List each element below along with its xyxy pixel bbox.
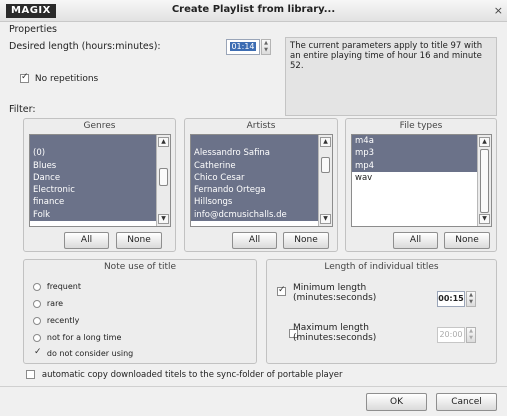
cancel-button[interactable]: Cancel: [436, 393, 497, 411]
artists-list[interactable]: Alessandro Safina Catherine Chico Cesar …: [190, 134, 333, 227]
auto-copy-row[interactable]: automatic copy downloaded titels to the …: [26, 370, 343, 380]
list-item[interactable]: info@dcmusichalls.de: [191, 208, 318, 222]
auto-copy-checkbox[interactable]: [26, 370, 35, 379]
max-length-input[interactable]: 20:00: [437, 327, 465, 343]
radio-not-for-a-long-time[interactable]: not for a long time: [33, 333, 121, 343]
list-item[interactable]: Dance: [30, 171, 156, 185]
artists-none-button[interactable]: None: [283, 232, 329, 249]
close-icon[interactable]: ×: [494, 4, 503, 17]
scroll-down-icon[interactable]: ▼: [320, 214, 331, 224]
radio-button[interactable]: [33, 333, 41, 342]
radio-frequent[interactable]: frequent: [33, 282, 81, 292]
auto-copy-label: automatic copy downloaded titels to the …: [41, 370, 343, 380]
scroll-thumb[interactable]: [321, 157, 330, 173]
do-not-consider-row[interactable]: do not consider using: [33, 347, 134, 359]
radio-label: rare: [46, 299, 64, 308]
artists-title: Artists: [246, 121, 276, 131]
no-repetitions-row[interactable]: No repetitions: [20, 72, 99, 84]
radio-button[interactable]: [33, 316, 41, 325]
list-item[interactable]: wav: [352, 172, 477, 184]
note-use-title: Note use of title: [103, 262, 177, 272]
file-types-group: File types m4a mp3 mp4 wav ▲ ▼ All None: [345, 118, 497, 252]
list-item[interactable]: Fernando Ortega: [191, 184, 318, 197]
scroll-thumb[interactable]: [480, 149, 489, 213]
min-length-checkbox[interactable]: [277, 285, 286, 296]
max-length-label: Maximum length (minutes:seconds): [293, 323, 377, 343]
file-types-all-button[interactable]: All: [393, 232, 438, 249]
radio-label: not for a long time: [46, 333, 122, 342]
list-item[interactable]: Chico Cesar: [191, 171, 318, 185]
list-item[interactable]: mp3: [352, 147, 477, 160]
scroll-up-icon[interactable]: ▲: [320, 137, 331, 147]
do-not-consider-checkbox[interactable]: [33, 347, 42, 358]
artists-all-button[interactable]: All: [232, 232, 277, 249]
radio-label: frequent: [46, 282, 82, 291]
list-item[interactable]: Catherine: [191, 159, 318, 172]
min-length-label: Minimum length (minutes:seconds): [293, 283, 377, 303]
file-types-list[interactable]: m4a mp3 mp4 wav ▲ ▼: [351, 134, 492, 227]
list-item[interactable]: Blues: [30, 159, 156, 172]
title-bar: MAGIX Create Playlist from library... ×: [0, 0, 507, 22]
divider: [0, 386, 507, 387]
list-item[interactable]: Alessandro Safina: [191, 147, 318, 160]
list-item[interactable]: Hillsongs: [191, 196, 318, 209]
file-types-scrollbar[interactable]: ▲ ▼: [477, 135, 491, 226]
no-repetitions-label: No repetitions: [34, 74, 99, 84]
list-item[interactable]: [30, 135, 156, 148]
file-types-title: File types: [399, 121, 443, 131]
genres-scrollbar[interactable]: ▲ ▼: [156, 135, 170, 226]
radio-button[interactable]: [33, 282, 41, 291]
artists-scrollbar[interactable]: ▲ ▼: [318, 135, 332, 226]
no-repetitions-checkbox[interactable]: [20, 72, 29, 83]
genres-none-button[interactable]: None: [116, 232, 162, 249]
min-length-spinner[interactable]: ▲ ▼: [466, 291, 476, 307]
artists-items: Alessandro Safina Catherine Chico Cesar …: [191, 135, 318, 222]
window-title: Create Playlist from library...: [171, 4, 336, 15]
genres-group: Genres (0) Blues Dance Electronic financ…: [23, 118, 176, 252]
info-box: The current parameters apply to title 97…: [285, 37, 497, 116]
length-individual-title: Length of individual titles: [324, 262, 439, 272]
desired-length-input[interactable]: 01:14: [226, 39, 260, 55]
genres-title: Genres: [83, 121, 116, 131]
file-types-items: m4a mp3 mp4 wav: [352, 135, 477, 184]
list-item[interactable]: finance: [30, 196, 156, 209]
genres-items: (0) Blues Dance Electronic finance Folk: [30, 135, 156, 222]
max-length-spinner[interactable]: ▲ ▼: [466, 327, 476, 343]
radio-label: recently: [46, 316, 80, 325]
filter-heading: Filter:: [9, 104, 36, 115]
list-item[interactable]: Electronic: [30, 184, 156, 197]
genres-list[interactable]: (0) Blues Dance Electronic finance Folk …: [29, 134, 171, 227]
properties-heading: Properties: [9, 24, 58, 35]
list-item[interactable]: [191, 135, 318, 148]
desired-length-spinner[interactable]: ▲ ▼: [261, 39, 271, 55]
scroll-up-icon[interactable]: ▲: [479, 137, 490, 147]
scroll-thumb[interactable]: [159, 168, 168, 186]
radio-button[interactable]: [33, 299, 41, 308]
scroll-down-icon[interactable]: ▼: [158, 214, 169, 224]
scroll-down-icon[interactable]: ▼: [479, 214, 490, 224]
list-item[interactable]: mp4: [352, 159, 477, 172]
list-item[interactable]: Folk: [30, 208, 156, 222]
length-individual-group: Length of individual titles Minimum leng…: [266, 259, 497, 364]
radio-recently[interactable]: recently: [33, 316, 79, 326]
note-use-group: Note use of title frequent rare recently…: [23, 259, 257, 364]
info-text: The current parameters apply to title 97…: [290, 41, 483, 71]
scroll-up-icon[interactable]: ▲: [158, 137, 169, 147]
do-not-consider-label: do not consider using: [46, 349, 134, 358]
desired-length-label: Desired length (hours:minutes):: [9, 41, 161, 52]
list-item[interactable]: (0): [30, 147, 156, 160]
file-types-none-button[interactable]: None: [444, 232, 490, 249]
genres-all-button[interactable]: All: [64, 232, 109, 249]
min-length-input[interactable]: 00:15: [437, 291, 465, 307]
ok-button[interactable]: OK: [366, 393, 427, 411]
radio-rare[interactable]: rare: [33, 299, 63, 309]
artists-group: Artists Alessandro Safina Catherine Chic…: [184, 118, 338, 252]
list-item[interactable]: m4a: [352, 135, 477, 148]
